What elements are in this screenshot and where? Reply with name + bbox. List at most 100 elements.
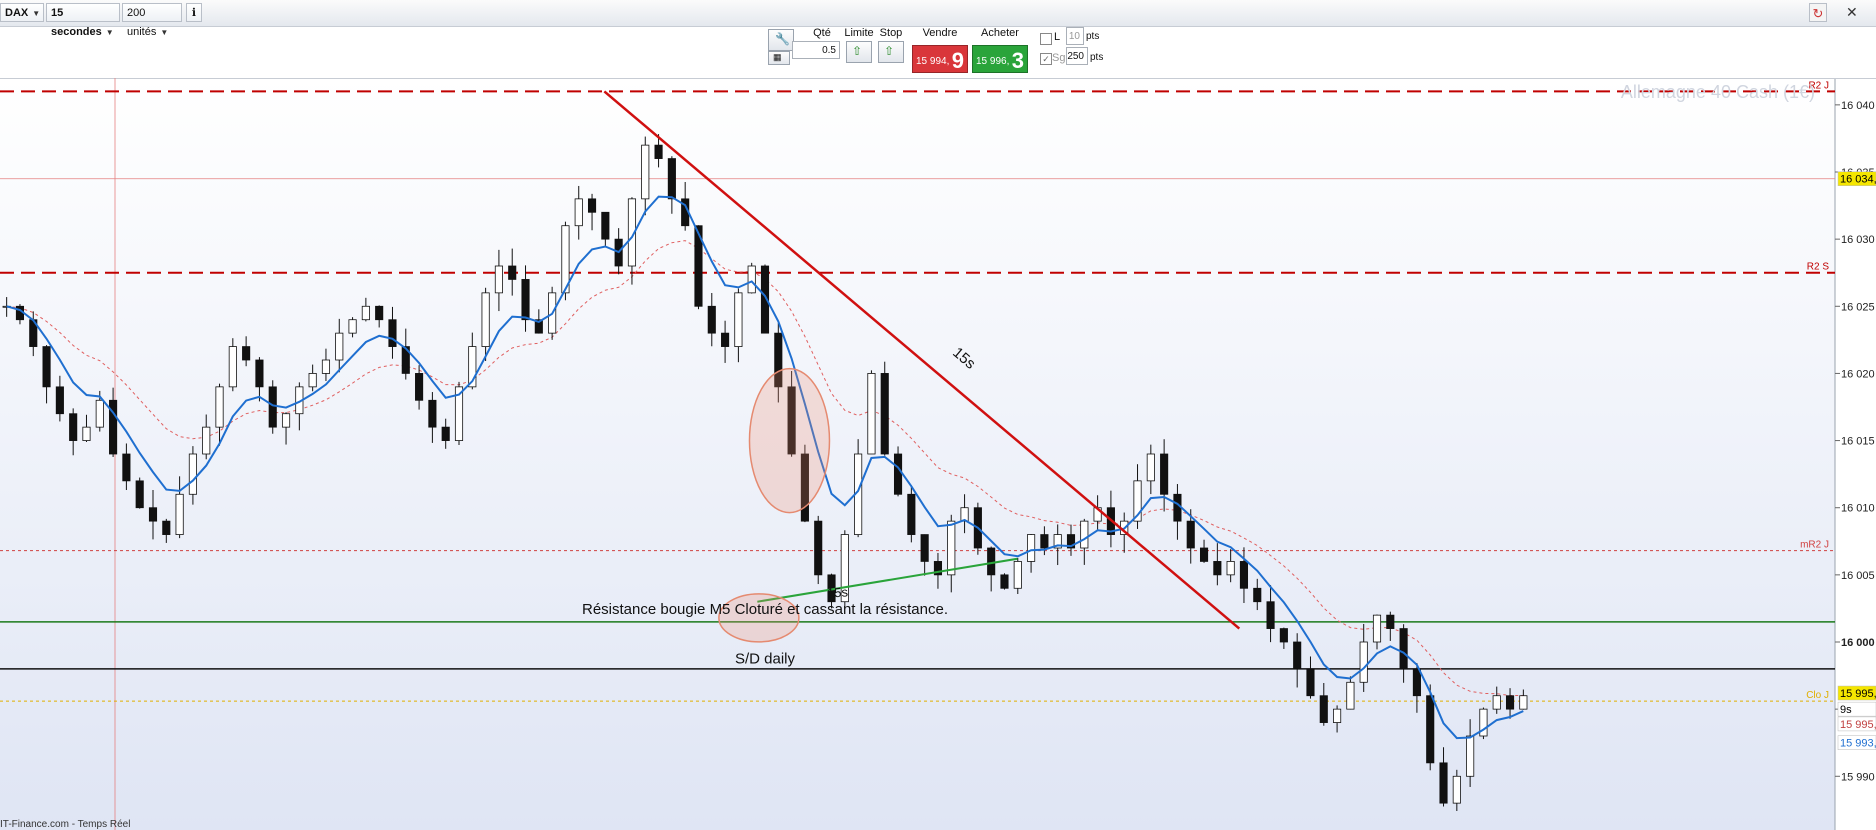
candle-body <box>1279 628 1288 643</box>
candle-body <box>321 359 331 374</box>
candle-body <box>268 386 277 428</box>
close-button[interactable]: ✕ <box>1846 4 1858 21</box>
candle-body <box>255 359 264 388</box>
timeframe-dropdown[interactable]: 15 secondes ▼ <box>46 3 120 38</box>
limit-label: Limite <box>844 27 874 39</box>
candle-body <box>441 426 450 441</box>
y-tick-label: 16 020 <box>1841 368 1875 380</box>
candle-body <box>1146 453 1155 482</box>
sg-label: Sg <box>1052 52 1066 64</box>
candle-body <box>747 265 756 294</box>
y-tick-label: 16 000 <box>1841 637 1875 649</box>
candle-body <box>375 305 384 321</box>
candle-body <box>1027 534 1036 562</box>
candle-body <box>1293 641 1302 670</box>
limit-checkbox[interactable] <box>1040 33 1052 45</box>
chart-canvas[interactable]: R2 JR2 SmR2 JClo J 15s15sRésistance boug… <box>0 78 1876 830</box>
sell-button[interactable]: 15 994, 9 <box>912 45 968 73</box>
toolbar: DAX ▼ 15 secondes ▼ 200 unités ▼ ℹ ↻ ✕ <box>0 0 1876 38</box>
candle-body <box>308 373 317 388</box>
candle-body <box>415 373 424 401</box>
candle-body <box>1266 601 1275 629</box>
candle-body <box>69 413 78 441</box>
candle-body <box>654 144 663 159</box>
candle-body <box>122 453 131 482</box>
candle-body <box>893 453 903 495</box>
sg-input[interactable]: 250 <box>1066 47 1088 65</box>
candle-body <box>348 319 357 334</box>
y-tick-label: 16 010 <box>1841 503 1875 515</box>
candle-body <box>175 493 184 535</box>
wrench-button[interactable]: 🔧 <box>768 29 794 51</box>
resistance-annotation: Résistance bougie M5 Cloturé et cassant … <box>582 601 948 618</box>
candle-body <box>1519 695 1528 710</box>
close-icon: ✕ <box>1846 4 1858 20</box>
candle-body <box>1412 668 1421 697</box>
candle-body <box>521 279 530 321</box>
price-label-2: 9s <box>1840 704 1852 716</box>
refresh-icon: ↻ <box>1812 6 1824 21</box>
candle-body <box>1226 561 1235 576</box>
candle-body <box>1306 668 1315 697</box>
candle-body <box>1199 547 1209 562</box>
l-input[interactable]: 10 <box>1066 27 1084 45</box>
candle-body <box>1319 695 1328 723</box>
timeframe-label: 15 secondes <box>51 7 102 38</box>
limit-button[interactable]: ⇧ <box>846 41 872 63</box>
price-label-1: 15 995, <box>1840 688 1876 700</box>
sg-checkbox[interactable]: ✓ <box>1040 53 1052 65</box>
candle-body <box>1359 641 1368 683</box>
sell-label: Vendre <box>922 27 958 39</box>
level-label-6: Clo J <box>1806 690 1829 701</box>
chevron-down-icon: ▼ <box>160 28 169 37</box>
candle-body <box>481 292 490 347</box>
stop-label: Stop <box>879 27 903 39</box>
candle-body <box>1372 614 1382 643</box>
units-dropdown[interactable]: 200 unités ▼ <box>122 3 182 38</box>
sell-price-big: 9 <box>951 48 964 73</box>
candle-body <box>1426 695 1435 764</box>
candle-body <box>1466 735 1475 777</box>
y-tick-label: 16 030 <box>1841 234 1875 246</box>
candle-body <box>494 265 503 294</box>
stop-button[interactable]: ⇧ <box>878 41 904 63</box>
candle-body <box>148 507 158 522</box>
sd-daily-annotation: S/D daily <box>735 650 796 667</box>
qty-input[interactable]: 0.5 <box>792 41 840 59</box>
l-unit: pts <box>1086 31 1100 42</box>
instrument-dropdown[interactable]: DAX ▼ <box>0 3 44 22</box>
price-label-0: 16 034, <box>1840 174 1876 186</box>
candle-body <box>228 346 237 388</box>
l-label: L <box>1054 31 1061 43</box>
refresh-button[interactable]: ↻ <box>1809 3 1827 22</box>
candle-body <box>388 319 397 347</box>
y-tick-label: 16 015 <box>1841 436 1875 448</box>
y-tick-label: 16 040 <box>1841 100 1875 112</box>
candle-body <box>42 346 51 388</box>
sg-unit: pts <box>1090 52 1104 63</box>
buy-price-big: 3 <box>1011 48 1024 73</box>
level-label-3: mR2 J <box>1800 540 1829 551</box>
candle-body <box>428 399 437 428</box>
plot-background <box>0 78 1835 830</box>
highlight-ellipse-top <box>748 367 831 514</box>
candle-body <box>920 534 929 562</box>
candle-body <box>587 198 597 213</box>
candle-body <box>987 547 996 576</box>
candle-body <box>574 198 583 227</box>
info-button[interactable]: ℹ <box>186 3 202 22</box>
candle-body <box>1333 708 1342 723</box>
candle-body <box>1160 453 1169 495</box>
candle-body <box>1239 561 1249 589</box>
keypad-button[interactable]: ▦ <box>768 51 790 65</box>
candle-body <box>95 399 104 428</box>
price-chart[interactable]: R2 J R2 SmR2 J Clo J 15s 15s Résistance boug… <box>0 78 1876 830</box>
candle-body <box>601 211 610 240</box>
candle-body <box>1253 587 1262 603</box>
buy-button[interactable]: 15 996, 3 <box>972 45 1028 73</box>
candle-body <box>667 158 676 200</box>
candle-body <box>1213 561 1222 576</box>
limit-order-icon: ⇧ <box>852 44 863 58</box>
candle-body <box>1386 614 1395 629</box>
candle-body <box>880 373 889 455</box>
